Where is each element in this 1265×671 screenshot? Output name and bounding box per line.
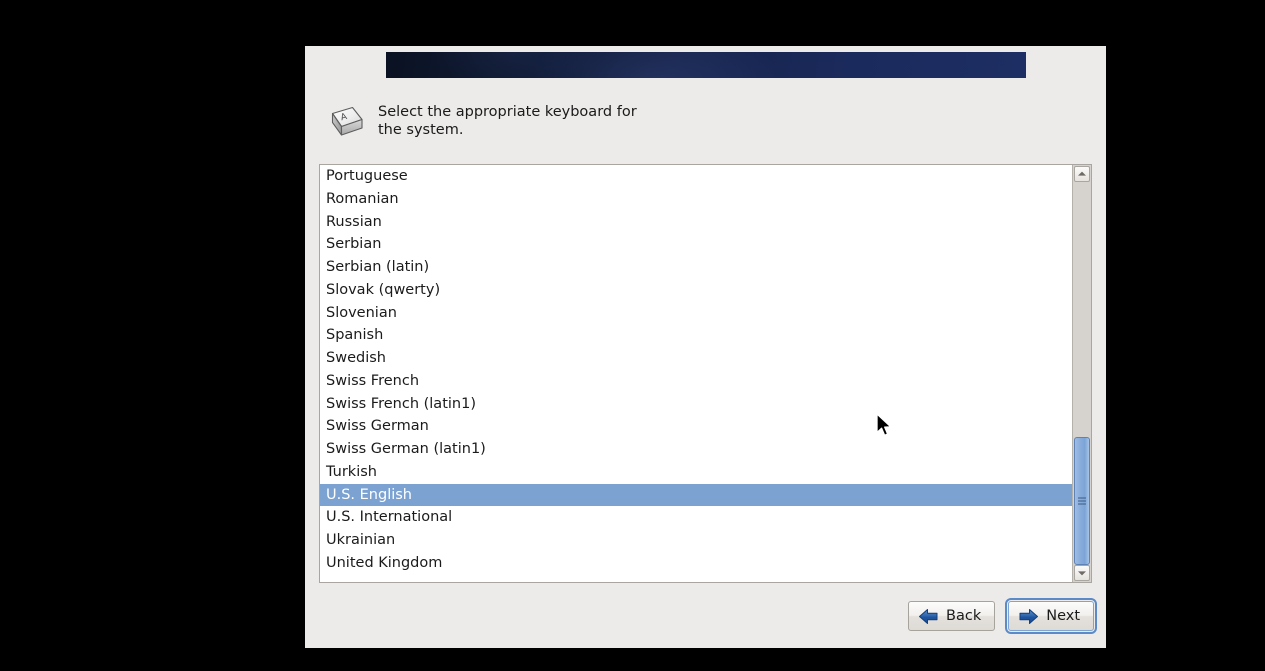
list-item[interactable]: Romanian — [320, 188, 1072, 211]
keyboard-key-icon: A — [319, 100, 367, 144]
next-button-label: Next — [1046, 608, 1080, 624]
list-item[interactable]: Swedish — [320, 347, 1072, 370]
vertical-scrollbar[interactable] — [1072, 165, 1091, 582]
list-item[interactable]: Ukrainian — [320, 529, 1072, 552]
list-item[interactable]: Spanish — [320, 324, 1072, 347]
list-item[interactable]: Portuguese — [320, 165, 1072, 188]
back-button[interactable]: Back — [908, 601, 996, 631]
header-area: A Select the appropriate keyboard for th… — [319, 98, 1019, 150]
list-item[interactable]: Swiss German — [320, 415, 1072, 438]
instruction-text: Select the appropriate keyboard for the … — [378, 104, 637, 138]
scrollbar-grip-icon — [1078, 497, 1087, 505]
list-scroll-area[interactable]: Portuguese Romanian Russian Serbian Serbian … — [320, 165, 1073, 582]
list-item[interactable]: Serbian — [320, 233, 1072, 256]
list-item[interactable]: U.S. International — [320, 506, 1072, 529]
scrollbar-thumb[interactable] — [1074, 437, 1091, 565]
list-item[interactable]: Russian — [320, 211, 1072, 234]
list-item[interactable]: United Kingdom — [320, 552, 1072, 575]
scroll-down-button[interactable] — [1074, 565, 1091, 581]
navigation-button-bar: Back Next — [908, 598, 1097, 634]
banner-decoration — [386, 52, 1026, 78]
list-item[interactable]: Swiss French (latin1) — [320, 393, 1072, 416]
next-button[interactable]: Next — [1005, 598, 1097, 634]
installer-window: A Select the appropriate keyboard for th… — [305, 46, 1106, 648]
list-item[interactable]: Serbian (latin) — [320, 256, 1072, 279]
list-item[interactable]: Slovak (qwerty) — [320, 279, 1072, 302]
chevron-up-icon — [1078, 171, 1087, 176]
keyboard-layout-listbox[interactable]: Portuguese Romanian Russian Serbian Serbian … — [319, 164, 1092, 583]
arrow-right-icon — [1019, 608, 1039, 624]
list-item[interactable]: Swiss German (latin1) — [320, 438, 1072, 461]
list-item[interactable]: Swiss French — [320, 370, 1072, 393]
scroll-up-button[interactable] — [1074, 166, 1091, 182]
chevron-down-icon — [1078, 571, 1087, 576]
list-item[interactable]: U.S. English — [320, 483, 1073, 507]
installer-banner — [386, 52, 1026, 78]
back-button-label: Back — [946, 608, 982, 624]
arrow-left-icon — [919, 608, 938, 624]
list-item[interactable]: Turkish — [320, 461, 1072, 484]
list-item[interactable]: Slovenian — [320, 302, 1072, 325]
